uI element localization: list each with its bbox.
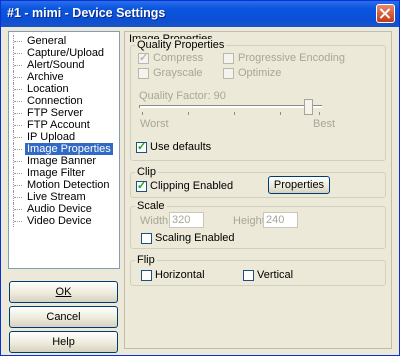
grayscale-label: Grayscale	[153, 67, 203, 79]
ok-button-label: OK	[55, 286, 72, 298]
close-icon[interactable]	[376, 4, 395, 23]
window-title: #1 - mimi - Device Settings	[7, 6, 166, 20]
grayscale-checkbox[interactable]	[138, 68, 149, 79]
quality-factor-label: Quality Factor: 90	[139, 90, 226, 102]
clip-properties-label: Properties	[273, 179, 325, 191]
device-settings-window: #1 - mimi - Device Settings General Capt…	[0, 0, 400, 356]
compress-label: Compress	[153, 52, 204, 64]
vertical-checkbox[interactable]	[243, 270, 254, 281]
progressive-encoding-label: Progressive Encoding	[238, 52, 346, 64]
scaling-enabled-checkbox[interactable]	[141, 233, 152, 244]
progressive-encoding-checkbox[interactable]	[223, 53, 234, 64]
use-defaults-checkbox[interactable]	[136, 140, 147, 153]
best-label: Best	[313, 118, 336, 130]
optimize-label: Optimize	[238, 67, 282, 79]
cancel-button-label: Cancel	[46, 311, 81, 323]
clip-properties-button[interactable]: Properties	[268, 176, 330, 194]
optimize-checkbox[interactable]	[223, 68, 234, 79]
horizontal-checkbox[interactable]	[141, 270, 152, 281]
scaling-enabled-label: Scaling Enabled	[155, 232, 235, 244]
height-label: Height	[233, 215, 265, 227]
clip-legend: Clip	[135, 166, 158, 178]
help-button[interactable]: Help	[9, 331, 118, 353]
clipping-enabled-checkbox[interactable]	[136, 179, 147, 192]
use-defaults-label: Use defaults	[150, 141, 212, 153]
cancel-button[interactable]: Cancel	[9, 306, 118, 328]
quality-factor-slider[interactable]	[139, 105, 322, 108]
clipping-enabled-label: Clipping Enabled	[150, 180, 234, 192]
width-input[interactable]: 320	[169, 212, 204, 228]
width-label: Width	[140, 215, 169, 227]
settings-tree[interactable]: General Capture/Upload Alert/Sound Archi…	[8, 31, 120, 269]
height-input[interactable]: 240	[263, 212, 298, 228]
flip-legend: Flip	[135, 254, 157, 266]
vertical-label: Vertical	[257, 269, 294, 281]
compress-checkbox[interactable]	[138, 51, 149, 64]
quality-slider-thumb[interactable]	[304, 99, 313, 115]
horizontal-label: Horizontal	[155, 269, 205, 281]
help-button-label: Help	[52, 336, 75, 348]
quality-properties-legend: Quality Properties	[135, 39, 227, 51]
scale-legend: Scale	[135, 200, 167, 212]
ok-button[interactable]: OK	[9, 281, 118, 303]
worst-label: Worst	[140, 118, 169, 130]
title-bar[interactable]: #1 - mimi - Device Settings	[1, 1, 399, 27]
